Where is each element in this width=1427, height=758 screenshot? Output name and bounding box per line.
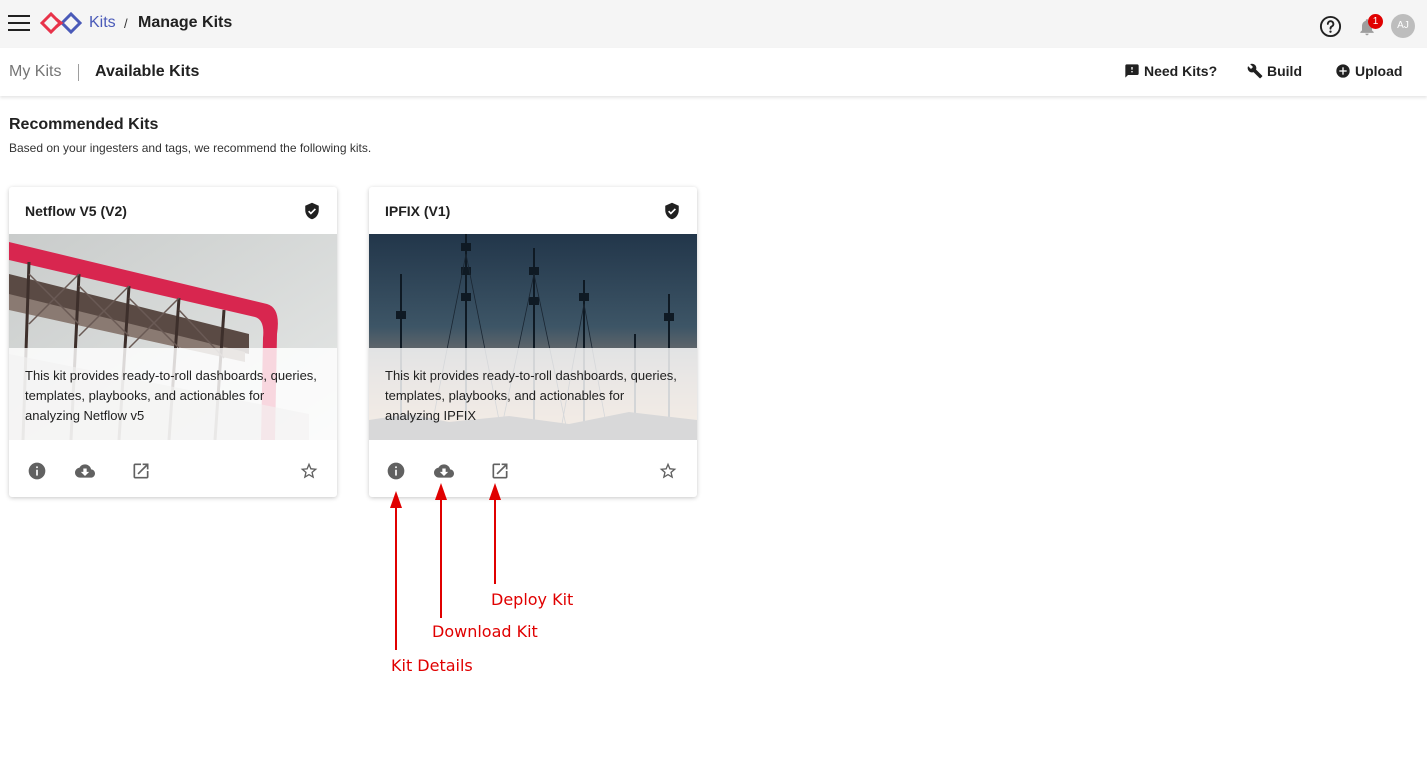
kit-description: This kit provides ready-to-roll dashboar… <box>385 368 677 423</box>
upload-label: Upload <box>1355 63 1403 79</box>
build-button[interactable]: Build <box>1247 63 1302 79</box>
info-icon <box>387 462 405 480</box>
star-outline-icon <box>300 462 318 479</box>
download-kit-button[interactable] <box>434 461 454 481</box>
notification-badge: 1 <box>1368 14 1383 29</box>
top-app-bar: Kits / Manage Kits 1 AJ <box>0 0 1427 48</box>
open-in-new-icon <box>133 463 149 479</box>
tab-my-kits[interactable]: My Kits <box>9 63 61 81</box>
favorite-button[interactable] <box>658 461 678 481</box>
tab-divider <box>78 64 79 81</box>
verified-shield-icon <box>665 202 679 220</box>
page-title: Manage Kits <box>138 14 233 31</box>
deploy-kit-button[interactable] <box>490 461 510 481</box>
help-icon[interactable] <box>1319 15 1342 38</box>
section-subtitle: Based on your ingesters and tags, we rec… <box>9 141 372 155</box>
annotation-kit-details: Kit Details <box>391 656 473 675</box>
section-title: Recommended Kits <box>9 116 159 133</box>
kit-details-button[interactable] <box>386 461 406 481</box>
need-kits-label: Need Kits? <box>1144 63 1218 79</box>
kit-description-overlay: This kit provides ready-to-roll dashboar… <box>9 348 337 440</box>
menu-icon[interactable] <box>8 13 30 33</box>
add-circle-icon <box>1336 64 1350 78</box>
info-icon <box>28 462 46 480</box>
kit-details-button[interactable] <box>27 461 47 481</box>
app-logo[interactable] <box>40 11 82 35</box>
kit-image-towers: This kit provides ready-to-roll dashboar… <box>369 234 697 440</box>
star-outline-icon <box>659 462 677 479</box>
deploy-kit-button[interactable] <box>131 461 151 481</box>
kit-card-ipfix[interactable]: IPFIX (V1) This kit provides ready-to-ro… <box>369 187 697 497</box>
wrench-icon <box>1247 63 1263 79</box>
cloud-download-icon <box>75 464 95 478</box>
annotation-deploy-kit: Deploy Kit <box>491 590 574 609</box>
favorite-button[interactable] <box>299 461 319 481</box>
kit-description: This kit provides ready-to-roll dashboar… <box>25 368 317 423</box>
tab-available-kits[interactable]: Available Kits <box>95 63 199 81</box>
open-in-new-icon <box>492 463 508 479</box>
kit-card-netflow[interactable]: Netflow V5 (V2) This kit provides ready-… <box>9 187 337 497</box>
cloud-download-icon <box>434 464 454 478</box>
verified-shield-icon <box>305 202 319 220</box>
kit-title: IPFIX (V1) <box>385 203 451 219</box>
breadcrumb-kits[interactable]: Kits <box>89 14 116 32</box>
need-kits-button[interactable]: Need Kits? <box>1124 63 1217 79</box>
sub-navigation-bar: My Kits Available Kits Need Kits? Build … <box>0 48 1427 96</box>
build-label: Build <box>1267 63 1302 79</box>
annotation-download-kit: Download Kit <box>432 622 538 641</box>
user-avatar[interactable]: AJ <box>1391 14 1415 38</box>
download-kit-button[interactable] <box>75 461 95 481</box>
feedback-icon <box>1125 64 1139 78</box>
kit-description-overlay: This kit provides ready-to-roll dashboar… <box>369 348 697 440</box>
breadcrumb-separator: / <box>124 16 128 31</box>
kit-image-pipeline: This kit provides ready-to-roll dashboar… <box>9 234 337 440</box>
kit-title: Netflow V5 (V2) <box>25 203 127 219</box>
upload-button[interactable]: Upload <box>1335 63 1402 79</box>
